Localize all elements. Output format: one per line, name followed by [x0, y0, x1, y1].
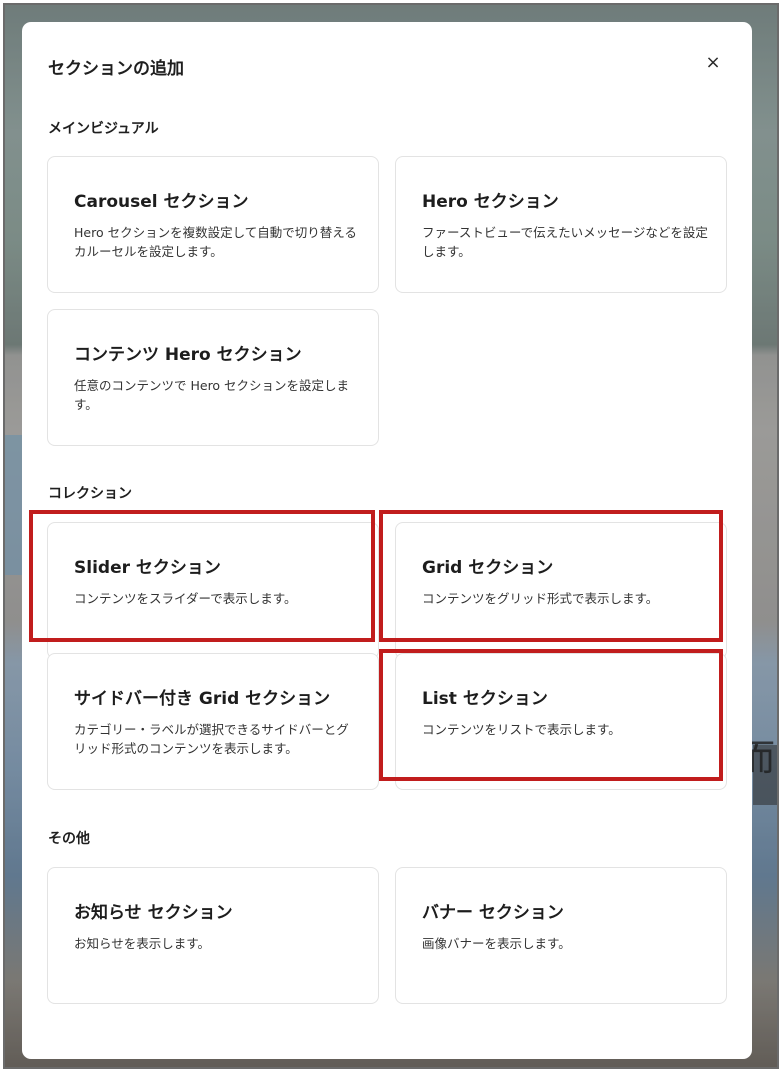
section-label-collection: コレクション [48, 486, 132, 502]
card-grid-with-sidebar-section[interactable]: サイドバー付き Grid セクション カテゴリー・ラベルが選択できるサイドバーと… [47, 653, 379, 790]
card-title: お知らせ セクション [74, 903, 233, 923]
card-title: List セクション [422, 689, 548, 709]
section-label-main-visual: メインビジュアル [48, 121, 159, 137]
add-section-modal: セクションの追加 × メインビジュアル Carousel セクション Hero … [22, 22, 752, 1059]
close-icon[interactable]: × [702, 52, 724, 74]
card-description: コンテンツをスライダーで表示します。 [74, 591, 297, 606]
card-description: コンテンツをグリッド形式で表示します。 [422, 591, 659, 606]
card-banner-section[interactable]: バナー セクション 画像バナーを表示します。 [395, 867, 727, 1004]
card-description: ファーストビューで伝えたいメッセージなどを設定します。 [422, 225, 708, 259]
card-news-section[interactable]: お知らせ セクション お知らせを表示します。 [47, 867, 379, 1004]
card-title: Carousel セクション [74, 192, 249, 212]
card-list-section[interactable]: List セクション コンテンツをリストで表示します。 [395, 653, 727, 790]
card-title: サイドバー付き Grid セクション [74, 689, 331, 709]
card-title: Hero セクション [422, 192, 559, 212]
card-description: 画像バナーを表示します。 [422, 936, 571, 951]
card-grid-section[interactable]: Grid セクション コンテンツをグリッド形式で表示します。 [395, 522, 727, 659]
card-title: Grid セクション [422, 558, 554, 578]
card-description: お知らせを表示します。 [74, 936, 211, 951]
card-title: Slider セクション [74, 558, 221, 578]
card-description: コンテンツをリストで表示します。 [422, 722, 621, 737]
card-contents-hero-section[interactable]: コンテンツ Hero セクション 任意のコンテンツで Hero セクションを設定… [47, 309, 379, 446]
card-hero-section[interactable]: Hero セクション ファーストビューで伝えたいメッセージなどを設定します。 [395, 156, 727, 293]
card-title: コンテンツ Hero セクション [74, 345, 302, 365]
card-description: 任意のコンテンツで Hero セクションを設定します。 [74, 378, 350, 412]
card-title: バナー セクション [422, 903, 564, 923]
modal-title: セクションの追加 [48, 59, 184, 79]
card-carousel-section[interactable]: Carousel セクション Hero セクションを複数設定して自動で切り替える… [47, 156, 379, 293]
card-description: Hero セクションを複数設定して自動で切り替えるカルーセルを設定します。 [74, 225, 357, 259]
section-label-others: その他 [48, 831, 90, 847]
card-description: カテゴリー・ラベルが選択できるサイドバーとグリッド形式のコンテンツを表示します。 [74, 722, 349, 756]
card-slider-section[interactable]: Slider セクション コンテンツをスライダーで表示します。 [47, 522, 379, 659]
